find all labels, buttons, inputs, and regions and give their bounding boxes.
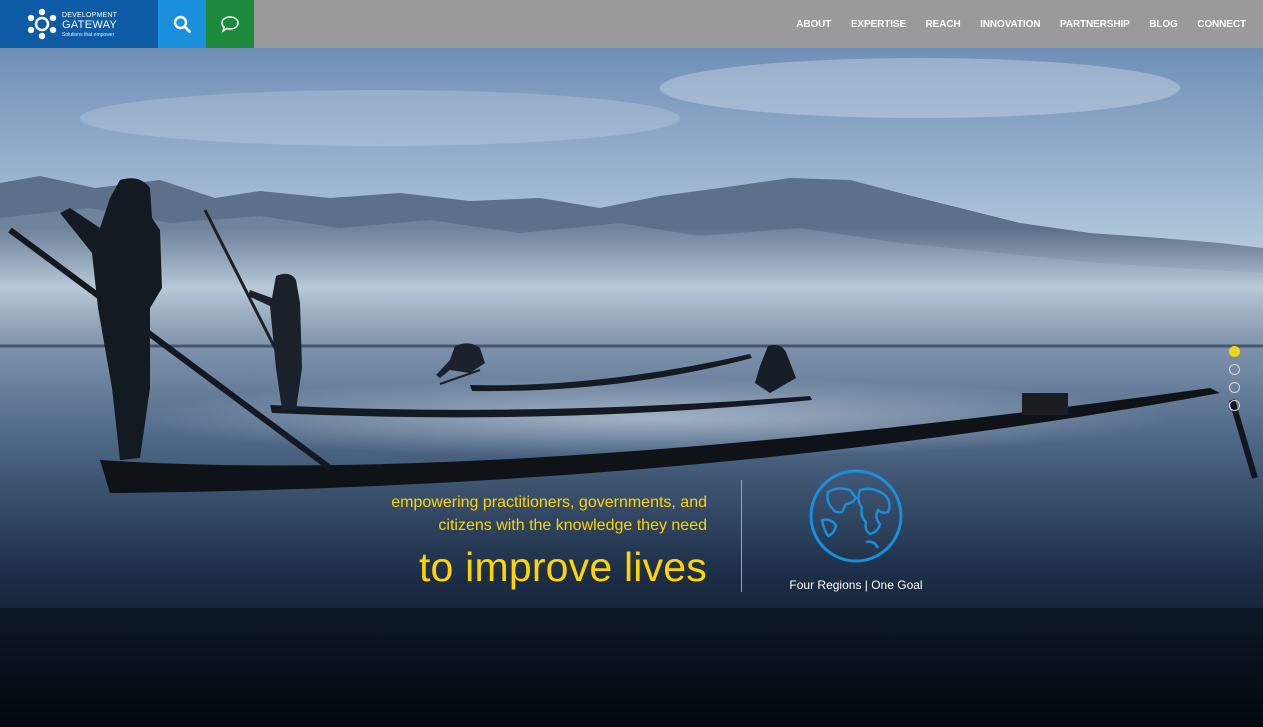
tagline-headline: to improve lives xyxy=(418,544,707,590)
slider-dot-2[interactable] xyxy=(1229,364,1240,375)
hero-background-image xyxy=(0,48,1263,727)
main-nav: ABOUT EXPERTISE REACH INNOVATION PARTNER… xyxy=(777,0,1246,48)
chat-button[interactable] xyxy=(206,0,254,48)
nav-innovation[interactable]: INNOVATION xyxy=(980,19,1040,30)
nav-partnership[interactable]: PARTNERSHIP xyxy=(1060,19,1130,30)
search-button[interactable] xyxy=(158,0,206,48)
nav-connect[interactable]: CONNECT xyxy=(1197,19,1246,30)
chat-bubble-icon xyxy=(221,16,239,33)
tagline-line-2: citizens with the knowledge they need xyxy=(438,517,707,534)
slider-dot-3[interactable] xyxy=(1229,382,1240,393)
hero-slide: empowering practitioners, governments, a… xyxy=(0,48,1263,727)
nav-expertise[interactable]: EXPERTISE xyxy=(851,19,906,30)
hero-divider xyxy=(741,480,742,592)
logo[interactable]: DEVELOPMENT GATEWAY Solutions that empow… xyxy=(0,0,158,48)
nav-blog[interactable]: BLOG xyxy=(1149,19,1178,30)
logo-slogan: Solutions that empower xyxy=(62,32,115,38)
site-header: DEVELOPMENT GATEWAY Solutions that empow… xyxy=(0,0,1263,48)
hero-tagline: empowering practitioners, governments, a… xyxy=(391,491,707,591)
tagline-line-1: empowering practitioners, governments, a… xyxy=(391,494,707,511)
logo-line-1: DEVELOPMENT xyxy=(62,12,118,19)
nav-reach[interactable]: REACH xyxy=(926,19,961,30)
globe-link[interactable] xyxy=(808,468,904,564)
nav-about[interactable]: ABOUT xyxy=(796,19,831,30)
regions-caption: Four Regions | One Goal xyxy=(789,578,923,592)
logo-mark-icon xyxy=(27,8,57,40)
slider-dot-4[interactable] xyxy=(1229,400,1240,411)
slider-pagination xyxy=(1229,346,1241,418)
search-icon xyxy=(173,15,191,33)
logo-line-2: GATEWAY xyxy=(62,19,118,31)
logo-text: DEVELOPMENT GATEWAY Solutions that empow… xyxy=(62,12,117,38)
globe-icon xyxy=(809,469,903,563)
slider-dot-1[interactable] xyxy=(1229,346,1240,357)
